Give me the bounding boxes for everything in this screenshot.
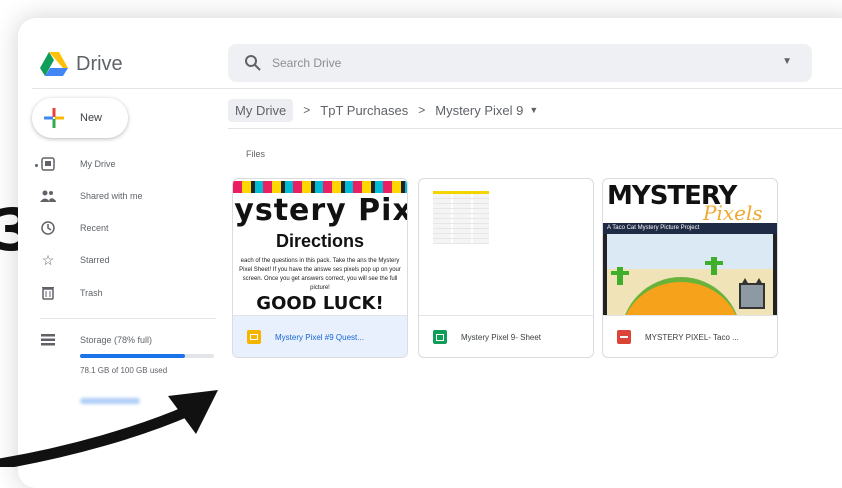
sidebar-item-trash[interactable]: Trash (40, 281, 220, 305)
thumbnail-border (773, 234, 777, 315)
storage-icon (40, 332, 56, 348)
file-name: MYSTERY PIXEL- Taco ... (645, 332, 739, 342)
cactus-arm (705, 261, 723, 265)
cat-illustration (739, 278, 765, 309)
plus-icon (42, 106, 66, 130)
sidebar-item-starred[interactable]: ☆ Starred (40, 248, 220, 272)
sidebar-item-shared-with-me[interactable]: Shared with me (40, 184, 220, 208)
file-card-slides[interactable]: lystery Pixe Directions each of the ques… (232, 178, 408, 358)
drive-logo[interactable]: Drive (40, 52, 123, 76)
storage-used-text: 78.1 GB of 100 GB used (80, 366, 168, 375)
thumbnail-body: each of the questions in this pack. Take… (239, 258, 401, 291)
app-name: Drive (76, 52, 123, 75)
drive-logo-icon (40, 52, 68, 76)
new-button[interactable]: New (32, 98, 128, 138)
breadcrumb-item-tpt-purchases[interactable]: TpT Purchases (320, 103, 408, 118)
sidebar-item-label: Recent (80, 223, 109, 233)
my-drive-icon (40, 156, 56, 172)
thumbnail-script-title: Pixels (703, 201, 763, 225)
file-name: Mystery Pixel 9- Sheet (461, 332, 542, 342)
sidebar-item-label: Trash (80, 288, 103, 298)
file-thumbnail: lystery Pixe Directions each of the ques… (233, 179, 407, 315)
thumbnail-footer: GOOD LUCK! (256, 293, 384, 314)
sidebar-item-my-drive[interactable]: My Drive (40, 152, 220, 176)
header-divider (32, 88, 842, 89)
chevron-right-icon: > (303, 103, 311, 117)
thumbnail-decoration (233, 181, 407, 193)
breadcrumb: My Drive > TpT Purchases > Mystery Pixel… (228, 96, 538, 124)
chevron-down-icon[interactable]: ▼ (529, 105, 538, 115)
clock-icon (40, 220, 56, 236)
storage-progress-fill (80, 354, 185, 358)
files-section-label: Files (246, 149, 266, 159)
sidebar-item-storage[interactable]: Storage (78% full) (40, 328, 220, 352)
sidebar-item-recent[interactable]: Recent (40, 216, 220, 240)
search-bar[interactable]: Search Drive ▼ (228, 44, 812, 82)
sidebar-item-label: My Drive (80, 159, 116, 169)
people-icon (40, 188, 56, 204)
file-card-footer: MYSTERY PIXEL- Taco ... (603, 315, 777, 357)
sheets-icon (433, 330, 447, 344)
cactus-illustration (711, 257, 717, 275)
search-options-icon[interactable]: ▼ (782, 56, 792, 67)
trash-icon (40, 285, 56, 301)
file-card-footer: Mystery Pixel 9- Sheet (419, 315, 593, 357)
search-placeholder: Search Drive (272, 56, 342, 70)
thumbnail-banner: A Taco Cat Mystery Picture Project (603, 223, 777, 234)
storage-progress-bar (80, 354, 214, 358)
cactus-illustration (617, 267, 623, 285)
annotation-arrow (0, 390, 218, 467)
pdf-icon (617, 330, 631, 344)
file-card-sheet[interactable]: Mystery Pixel 9- Sheet (418, 178, 594, 358)
sidebar-divider (40, 318, 216, 319)
thumbnail-subtitle: Directions (275, 231, 365, 251)
new-button-label: New (80, 112, 103, 124)
sidebar-item-label: Shared with me (80, 191, 143, 201)
file-name: Mystery Pixel #9 Quest... (275, 332, 364, 342)
chevron-right-icon: > (418, 103, 426, 117)
thumbnail-border (603, 234, 607, 315)
breadcrumb-item-current-folder[interactable]: Mystery Pixel 9 (435, 103, 523, 118)
spreadsheet-preview (433, 191, 489, 244)
file-card-footer: Mystery Pixel #9 Quest... (233, 315, 407, 357)
thumbnail-title: lystery Pixe (233, 193, 407, 228)
star-icon: ☆ (41, 251, 55, 268)
slides-icon (247, 330, 261, 344)
storage-label: Storage (78% full) (80, 335, 153, 345)
sidebar-item-label: Starred (80, 255, 110, 265)
search-icon (245, 55, 261, 71)
cactus-arm (611, 271, 629, 275)
expand-arrow-icon[interactable] (35, 164, 38, 167)
breadcrumb-divider (228, 128, 842, 129)
file-thumbnail (419, 179, 593, 315)
file-thumbnail: MYSTERY Pixels A Taco Cat Mystery Pictur… (603, 179, 777, 315)
file-card-pdf[interactable]: MYSTERY Pixels A Taco Cat Mystery Pictur… (602, 178, 778, 358)
breadcrumb-item-my-drive[interactable]: My Drive (228, 98, 294, 122)
